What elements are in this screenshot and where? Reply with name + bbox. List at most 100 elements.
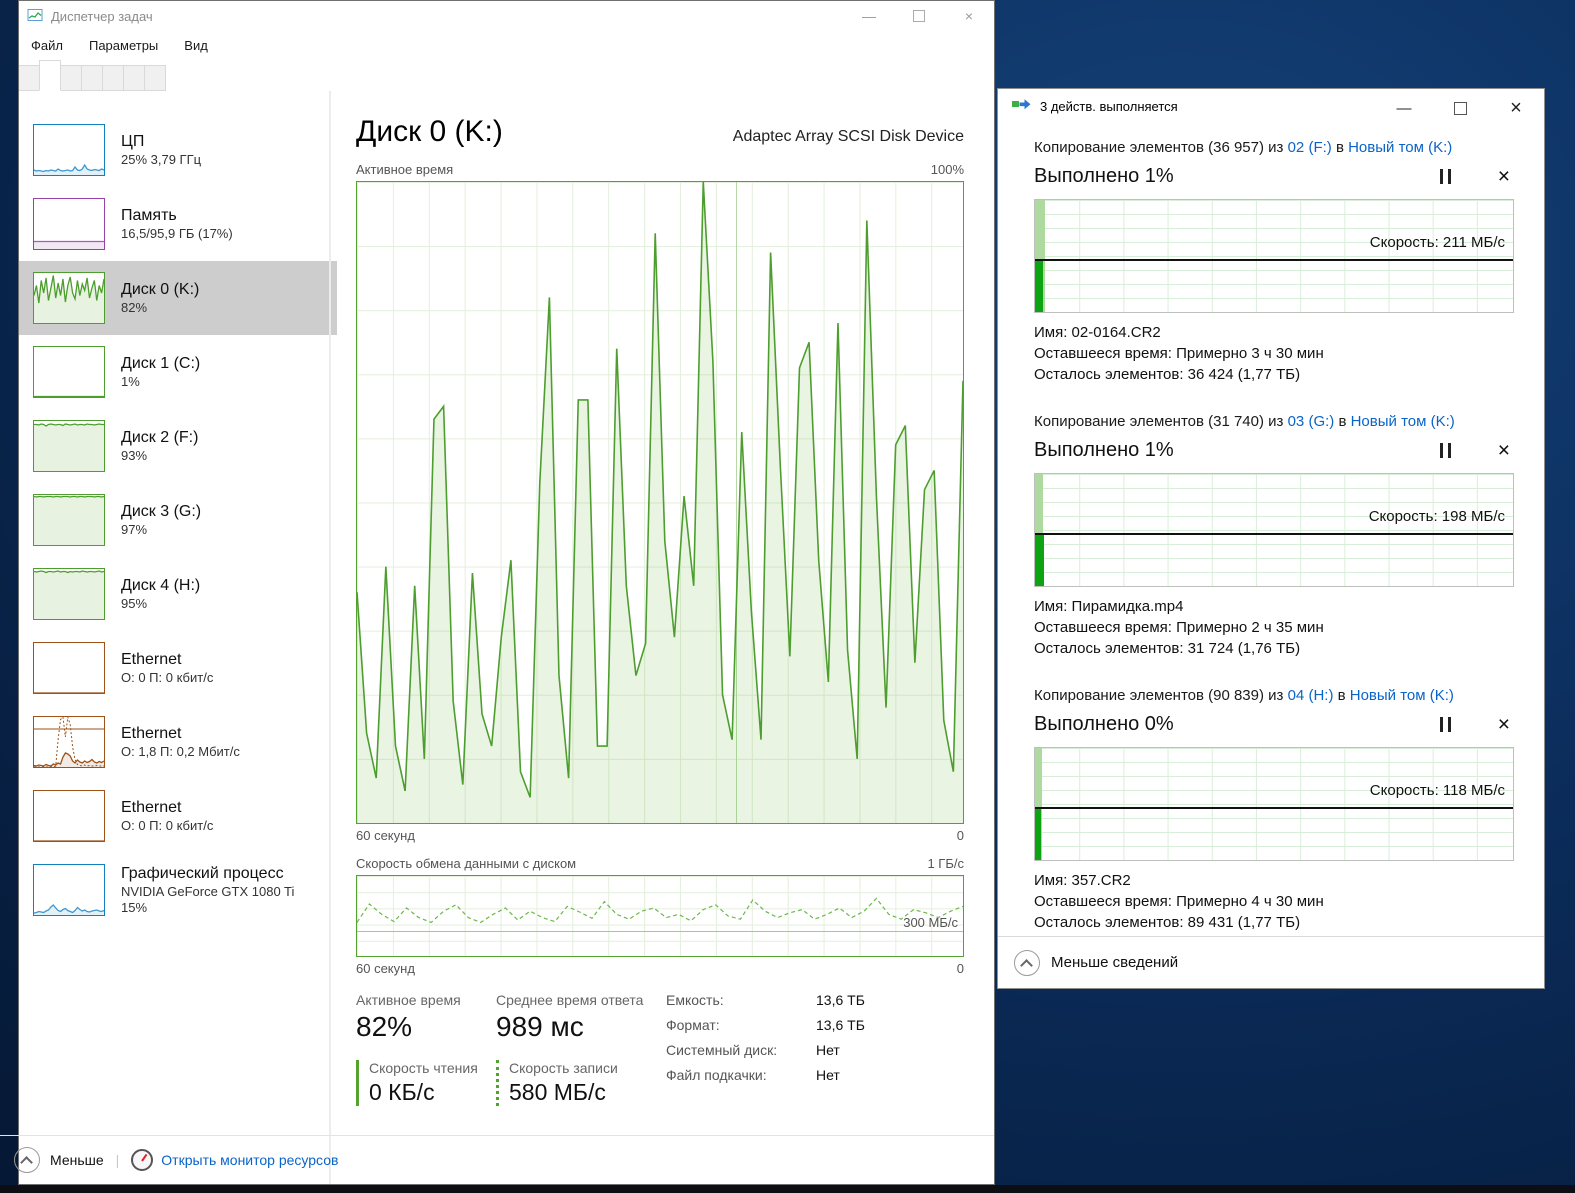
disk-stats: Активное время 82% Скорость чтения 0 КБ/… — [356, 992, 964, 1106]
sidebar-item[interactable]: Память 16,5/95,9 ГБ (17%) — [19, 187, 337, 261]
pause-button[interactable] — [1438, 443, 1454, 458]
sidebar-item[interactable]: Графический процесс NVIDIA GeForce GTX 1… — [19, 853, 337, 927]
tab[interactable] — [19, 65, 40, 91]
items-remaining-line: Осталось элементов: 89 431 (1,77 ТБ) — [1034, 912, 1514, 933]
sidebar-item[interactable]: Ethernet О: 0 П: 0 кбит/с — [19, 631, 337, 705]
progress-percent-label: Выполнено 0% — [1034, 713, 1174, 736]
sidebar-item[interactable]: Диск 0 (K:) 82% — [19, 261, 337, 335]
read-speed-value: 0 КБ/с — [369, 1079, 496, 1106]
sidebar-item-detail: 97% — [121, 522, 201, 538]
scale-marker-label: 300 МБ/с — [903, 915, 958, 930]
cancel-copy-button[interactable]: × — [1498, 714, 1510, 735]
source-drive-link[interactable]: 02 (F:) — [1288, 139, 1332, 156]
sidebar-item-text: Ethernet О: 0 П: 0 кбит/с — [121, 798, 213, 834]
maximize-button[interactable] — [1432, 91, 1488, 125]
sidebar-item-thumbnail — [33, 716, 105, 768]
tab[interactable] — [103, 65, 124, 91]
copy-dialog-body: Копирование элементов (36 957) из 02 (F:… — [998, 123, 1544, 933]
fewer-details-button[interactable]: Меньше сведений — [1051, 954, 1178, 971]
menu-view[interactable]: Вид — [184, 38, 208, 53]
sidebar-item-name: Ethernet — [121, 724, 240, 744]
copy-icon — [1012, 98, 1031, 115]
read-speed-box: Скорость чтения 0 КБ/с — [356, 1060, 496, 1106]
pause-button[interactable] — [1438, 169, 1454, 184]
fewer-details-button[interactable]: Меньше — [50, 1152, 104, 1168]
stat-col-response: Среднее время ответа 989 мс Скорость зап… — [496, 992, 666, 1106]
transfer-rate-label-row: Скорость обмена данными с диском 1 ГБ/с — [356, 856, 964, 871]
sidebar-item[interactable]: Диск 4 (H:) 95% — [19, 557, 337, 631]
property-value: 13,6 ТБ — [816, 992, 865, 1008]
menu-file[interactable]: Файл — [31, 38, 63, 53]
chart2-max-label: 1 ГБ/с — [927, 856, 964, 871]
sidebar-item-subtitle: NVIDIA GeForce GTX 1080 Ti — [121, 884, 294, 900]
tab[interactable] — [39, 60, 61, 91]
sidebar-item[interactable]: Ethernet О: 1,8 П: 0,2 Мбит/с — [19, 705, 337, 779]
taskbar[interactable] — [0, 1185, 1575, 1193]
sidebar-item-text: ЦП 25% 3,79 ГГц — [121, 132, 201, 168]
chart1-axis-row: 60 секунд 0 — [356, 828, 964, 843]
sidebar-item-name: Диск 3 (G:) — [121, 502, 201, 522]
tab[interactable] — [61, 65, 82, 91]
cancel-copy-button[interactable]: × — [1498, 166, 1510, 187]
collapse-icon[interactable] — [1014, 950, 1040, 976]
tab[interactable] — [82, 65, 103, 91]
chart1-label: Активное время — [356, 162, 453, 177]
write-speed-box: Скорость записи 580 МБ/с — [496, 1060, 666, 1106]
pause-button[interactable] — [1438, 717, 1454, 732]
sidebar-item-detail: 82% — [121, 300, 199, 316]
sidebar-item[interactable]: Диск 1 (C:) 1% — [19, 335, 337, 409]
progress-divider-line — [1035, 259, 1513, 261]
window-title: Диспетчер задач — [51, 9, 153, 24]
sidebar-item-detail: 1% — [121, 374, 200, 390]
chart1-x-left: 60 секунд — [356, 828, 415, 843]
destination-drive-link[interactable]: Новый том (K:) — [1351, 413, 1455, 430]
maximize-button[interactable] — [894, 1, 944, 31]
sidebar-item[interactable]: ЦП 25% 3,79 ГГц — [19, 113, 337, 187]
sidebar-item-thumbnail — [33, 642, 105, 694]
tm-tab-strip — [19, 59, 994, 91]
close-button[interactable]: × — [1488, 91, 1544, 125]
performance-main-panel: Диск 0 (K:) Adaptec Array SCSI Disk Devi… — [337, 91, 994, 1184]
sidebar-item-thumbnail — [33, 790, 105, 842]
tab[interactable] — [145, 65, 166, 91]
tab[interactable] — [124, 65, 145, 91]
copy-job-prefix: Копирование элементов (31 740) из — [1034, 413, 1283, 430]
cancel-copy-button[interactable]: × — [1498, 440, 1510, 461]
sidebar-item-name: Диск 2 (F:) — [121, 428, 198, 448]
sidebar-item[interactable]: Ethernet О: 0 П: 0 кбит/с — [19, 779, 337, 853]
time-remaining-line: Оставшееся время: Примерно 2 ч 35 мин — [1034, 617, 1514, 638]
close-button[interactable]: × — [944, 1, 994, 31]
progress-bar-fill — [1035, 535, 1044, 586]
property-value: 13,6 ТБ — [816, 1017, 865, 1033]
sidebar-item-detail: О: 0 П: 0 кбит/с — [121, 818, 213, 834]
sidebar-item-text: Ethernet О: 0 П: 0 кбит/с — [121, 650, 213, 686]
source-drive-link[interactable]: 03 (G:) — [1288, 413, 1335, 430]
sidebar-item[interactable]: Диск 2 (F:) 93% — [19, 409, 337, 483]
destination-drive-link[interactable]: Новый том (K:) — [1348, 139, 1452, 156]
chart1-max-label: 100% — [931, 162, 964, 177]
sidebar-item-thumbnail — [33, 346, 105, 398]
sidebar-item-detail: 15% — [121, 900, 294, 916]
minimize-button[interactable]: — — [844, 1, 894, 31]
destination-drive-link[interactable]: Новый том (K:) — [1350, 687, 1454, 704]
sidebar-item-name: Диск 1 (C:) — [121, 354, 200, 374]
source-drive-link[interactable]: 04 (H:) — [1288, 687, 1334, 704]
task-manager-icon — [27, 7, 43, 26]
minimize-button[interactable]: — — [1376, 91, 1432, 125]
menu-options[interactable]: Параметры — [89, 38, 158, 53]
stat-col-active: Активное время 82% Скорость чтения 0 КБ/… — [356, 992, 496, 1106]
task-manager-window: Диспетчер задач — × Файл Параметры Вид — [18, 0, 995, 1185]
tm-titlebar: Диспетчер задач — × — [19, 1, 994, 31]
copy-dialog-titlebar: 3 действ. выполняется — × — [998, 89, 1544, 123]
sidebar-item-name: Ethernet — [121, 798, 213, 818]
footer-divider: | — [116, 1152, 120, 1168]
sidebar-item-name: Память — [121, 206, 233, 226]
items-remaining-line: Осталось элементов: 36 424 (1,77 ТБ) — [1034, 364, 1514, 385]
progress-percent-label: Выполнено 1% — [1034, 439, 1174, 462]
collapse-icon[interactable] — [14, 1147, 40, 1173]
main-header: Диск 0 (K:) Adaptec Array SCSI Disk Devi… — [356, 115, 964, 149]
sidebar-item[interactable]: Диск 3 (G:) 97% — [19, 483, 337, 557]
open-resource-monitor-link[interactable]: Открыть монитор ресурсов — [161, 1152, 338, 1168]
copy-job-mid: в — [1338, 413, 1346, 430]
maximize-icon — [913, 10, 925, 22]
